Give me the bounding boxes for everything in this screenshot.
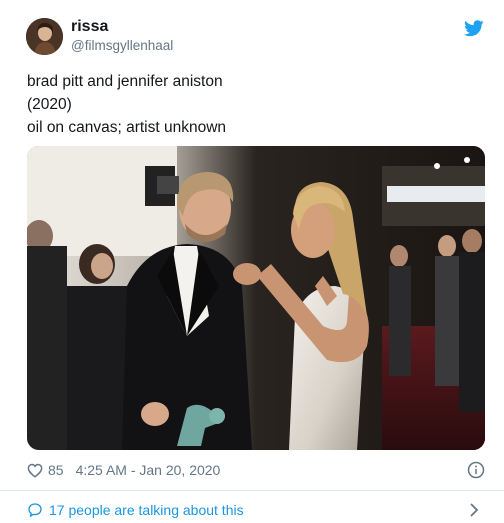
tweet-line: brad pitt and jennifer aniston: [27, 73, 223, 90]
chevron-right-icon[interactable]: [469, 503, 479, 517]
conversation-label: 17 people are talking about this: [49, 502, 244, 518]
tweet-card: rissa @filmsgyllenhaal brad pitt and jen…: [0, 0, 504, 523]
tweet-meta: 85 4:25 AM - Jan 20, 2020: [27, 460, 220, 480]
like-count[interactable]: 85: [48, 462, 64, 478]
tweet-photo[interactable]: [27, 146, 485, 450]
display-name[interactable]: rissa: [71, 18, 108, 36]
conversation-link[interactable]: 17 people are talking about this: [27, 500, 244, 520]
divider: [0, 490, 504, 491]
tweet-line: oil on canvas; artist unknown: [27, 119, 227, 136]
tweet-text: brad pitt and jennifer aniston (2020) oi…: [27, 70, 226, 139]
user-handle[interactable]: @filmsgyllenhaal: [71, 38, 173, 53]
info-icon[interactable]: [467, 461, 485, 479]
speech-bubble-icon: [28, 503, 42, 518]
heart-icon[interactable]: [27, 463, 43, 478]
tweet-line: (2020): [27, 96, 72, 113]
twitter-bird-icon[interactable]: [464, 20, 484, 37]
timestamp[interactable]: 4:25 AM - Jan 20, 2020: [76, 462, 221, 478]
avatar[interactable]: [26, 18, 63, 55]
